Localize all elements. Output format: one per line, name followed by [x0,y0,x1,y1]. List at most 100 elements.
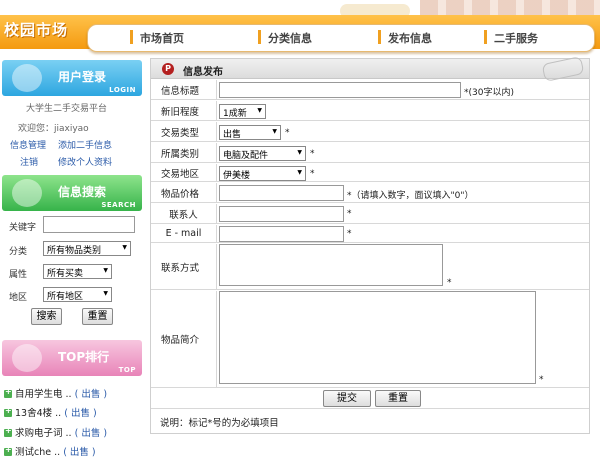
top-item-tag: ( 出售 ) [63,447,96,458]
link-logout[interactable]: 注销 [20,155,38,168]
row-price: 物品价格 *（请填入数字，面议填入"0"） [151,183,589,203]
required-star: * [447,278,452,288]
nav-item-home[interactable]: 市场首页 [130,30,184,46]
nav-item-publish[interactable]: 发布信息 [378,30,432,46]
form-note: 说明：标记*号的为必填项目 [160,418,279,429]
row-category: 所属类别 电脑及配件 * [151,143,589,163]
region-select[interactable]: 伊美楼 [219,166,306,181]
row-description: 物品简介 * [151,291,589,388]
reset-button[interactable]: 重置 [375,390,421,407]
email-label: E - mail [151,225,217,242]
description-textarea[interactable] [219,291,536,384]
attribute-filter-label: 属性 [9,270,28,280]
contact-method-cell: * [217,244,589,289]
nav-bar-icon [258,30,261,44]
row-contact-method: 联系方式 * [151,244,589,290]
required-star: * [347,209,352,219]
required-star: * [310,169,315,179]
submit-button[interactable]: 提交 [323,390,371,407]
category-label: 所属类别 [151,143,217,162]
search-title: 信息搜索 [58,185,107,199]
search-reset-button[interactable]: 重置 [82,308,113,325]
nav-item-secondhand[interactable]: 二手服务 [484,30,538,46]
header-deco-icon [541,56,585,82]
ranking-icon [12,344,42,372]
category-filter-label: 分类 [9,247,28,257]
link-info-manage[interactable]: 信息管理 [10,138,46,151]
region-filter-select[interactable]: 所有地区 [43,287,112,302]
link-edit-profile[interactable]: 修改个人资料 [58,155,112,168]
category-select[interactable]: 电脑及配件 [219,146,306,161]
keyword-input[interactable] [43,216,135,233]
email-input[interactable] [219,226,344,242]
price-input[interactable] [219,185,344,201]
contact-input[interactable] [219,206,344,222]
keyword-label: 关键字 [9,223,37,233]
contact-method-textarea[interactable] [219,244,443,286]
top-item-tag: ( 出售 ) [64,408,97,419]
title-input[interactable] [219,82,461,98]
publish-form-panel: P 信息发布 信息标题 *(30字以内) 新旧程度 1成新 交易类型 出售 * … [150,56,590,434]
top-list-item[interactable]: 自用学生电 .. ( 出售 ) [4,386,107,400]
top-title: TOP排行 [58,350,110,364]
form-title: 信息发布 [183,67,223,78]
top-list-item[interactable]: 测试che .. ( 出售 ) [4,444,96,458]
search-panel-header: 信息搜索 SEARCH [2,175,142,211]
row-actions: 提交 重置 [151,389,589,409]
required-star: * [539,375,544,385]
price-cell: *（请填入数字，面议填入"0"） [217,183,589,202]
nav-bar-icon [378,30,381,44]
email-cell: * [217,225,589,242]
top-item-name: 测试che .. [15,447,61,458]
row-email: E - mail * [151,225,589,243]
link-add-item[interactable]: 添加二手信息 [58,138,112,151]
site-header: 校园市场 市场首页 分类信息 发布信息 二手服务 [0,0,600,58]
login-subtitle: LOGIN [109,86,136,94]
top-item-tag: ( 出售 ) [74,428,108,439]
form-header: P 信息发布 [151,56,589,82]
region-cell: 伊美楼 * [217,164,589,181]
contact-cell: * [217,204,589,223]
main-nav: 市场首页 分类信息 发布信息 二手服务 [87,24,595,52]
row-condition: 新旧程度 1成新 [151,101,589,121]
top-item-name: 13舍4楼 .. [15,408,62,419]
nav-label: 发布信息 [388,32,432,45]
publish-icon: P [162,63,174,75]
nav-bar-icon [130,30,133,44]
top-item-name: 求购电子词 .. [15,428,72,439]
nav-label: 二手服务 [494,32,538,45]
category-filter-select[interactable]: 所有物品类别 [43,241,131,256]
nav-item-categories[interactable]: 分类信息 [258,30,312,46]
price-hint: *（请填入数字，面议填入"0"） [347,191,474,201]
top-subtitle: TOP [118,366,136,374]
trade-type-select[interactable]: 出售 [219,125,281,140]
search-button[interactable]: 搜索 [31,308,62,325]
plus-icon [4,387,12,398]
top-list-item[interactable]: 求购电子词 .. ( 出售 ) [4,425,107,439]
nav-label: 市场首页 [140,32,184,45]
top-panel-header: TOP排行 TOP [2,340,142,376]
title-cell: *(30字以内) [217,80,589,99]
region-filter-label: 地区 [9,293,28,303]
plus-icon [4,406,12,417]
condition-label: 新旧程度 [151,101,217,120]
top-list-item[interactable]: 13舍4楼 .. ( 出售 ) [4,405,97,419]
row-trade-type: 交易类型 出售 * [151,122,589,142]
magnifier-icon [12,179,42,207]
site-logo[interactable]: 校园市场 [4,19,68,40]
trade-type-label: 交易类型 [151,122,217,141]
required-star: * [310,149,315,159]
row-contact: 联系人 * [151,204,589,224]
login-title: 用户登录 [58,70,107,84]
condition-select[interactable]: 1成新 [219,104,266,119]
title-label: 信息标题 [151,80,217,99]
attribute-filter-select[interactable]: 所有买卖 [43,264,112,279]
description-label: 物品简介 [151,291,217,387]
nav-bar-icon [484,30,487,44]
sidebar: 用户登录 LOGIN 大学生二手交易平台 欢迎您：jiaxiyao 信息管理 添… [0,58,145,461]
condition-cell: 1成新 [217,101,589,120]
row-title: 信息标题 *(30字以内) [151,80,589,100]
trade-type-cell: 出售 * [217,122,589,141]
plus-icon [4,445,12,456]
contact-label: 联系人 [151,204,217,223]
